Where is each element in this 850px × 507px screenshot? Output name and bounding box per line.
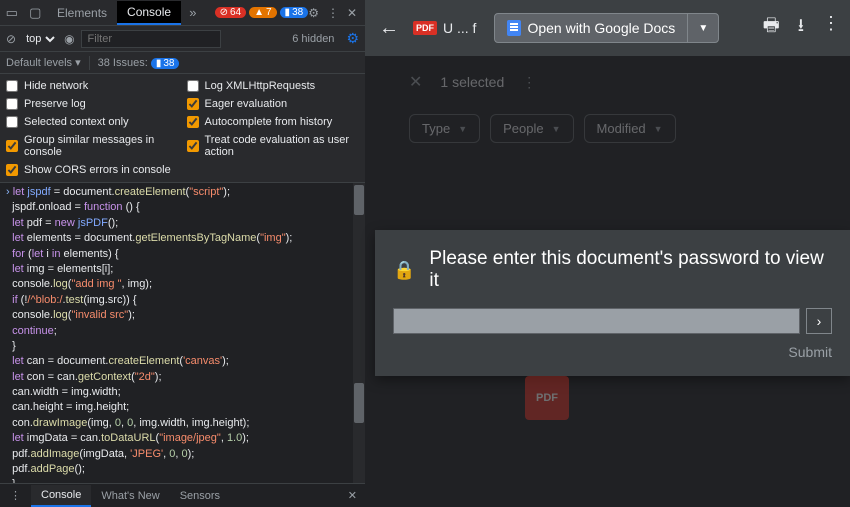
devtools-drawer: ⋮ Console What's New Sensors ✕	[0, 483, 365, 507]
open-with-button[interactable]: Open with Google Docs ▼	[494, 13, 719, 43]
code-scrollbar[interactable]	[353, 183, 365, 483]
console-settings-checks: Hide network Log XMLHttpRequests Preserv…	[0, 74, 365, 183]
device-icon[interactable]: ▢	[24, 5, 48, 21]
tab-console[interactable]: Console	[117, 1, 181, 25]
close-icon[interactable]: ✕	[347, 6, 357, 20]
viewer-body: ✕ 1 selected ⋮ Type▼ People▼ Modified▼ 🔒…	[365, 56, 850, 507]
info-count-badge[interactable]: ▮38	[280, 7, 309, 18]
filter-chips: Type▼ People▼ Modified▼	[409, 114, 850, 143]
eye-icon[interactable]: ◉	[64, 32, 74, 46]
levels-select[interactable]: Default levels ▾	[6, 56, 81, 69]
chk-eager-eval[interactable]: Eager evaluation	[187, 96, 360, 112]
password-prompt-text: Please enter this document's password to…	[429, 248, 832, 292]
console-settings-icon[interactable]: ⚙	[346, 30, 359, 47]
selection-menu-icon[interactable]: ⋮	[522, 74, 536, 91]
hidden-count: 6 hidden	[292, 33, 334, 45]
password-go-button[interactable]: ›	[806, 308, 832, 334]
settings-icon[interactable]: ⚙	[308, 6, 319, 20]
drawer-close-icon[interactable]: ✕	[348, 489, 365, 502]
file-name: U ... f	[443, 20, 476, 36]
error-badges: ⊘64 ▲7 ▮38	[215, 7, 309, 18]
chk-hide-network[interactable]: Hide network	[6, 78, 179, 94]
chk-autocomplete[interactable]: Autocomplete from history	[187, 114, 360, 130]
tab-elements[interactable]: Elements	[47, 2, 117, 24]
password-header: 🔒 Please enter this document's password …	[393, 248, 832, 292]
drawer-menu-icon[interactable]: ⋮	[0, 485, 31, 506]
drawer-tab-console[interactable]: Console	[31, 485, 91, 507]
error-count-badge[interactable]: ⊘64	[215, 7, 247, 18]
filter-input[interactable]	[81, 30, 221, 48]
open-with-main[interactable]: Open with Google Docs	[495, 14, 688, 42]
chip-modified[interactable]: Modified▼	[584, 114, 676, 143]
more-actions-icon[interactable]: ⋮	[822, 13, 840, 43]
chip-people[interactable]: People▼	[490, 114, 573, 143]
devtools-panel: ▭ ▢ Elements Console » ⊘64 ▲7 ▮38 ⚙ ⋮ ✕ …	[0, 0, 365, 507]
print-icon[interactable]: 🖶	[763, 13, 780, 43]
browser-view: ← PDF U ... f Open with Google Docs ▼ 🖶 …	[365, 0, 850, 507]
open-with-label: Open with Google Docs	[527, 20, 675, 36]
lock-icon: 🔒	[393, 260, 415, 281]
chevron-down-icon: ▼	[458, 124, 467, 134]
context-select[interactable]: top	[22, 32, 58, 46]
clear-console-icon[interactable]: ⊘	[6, 32, 16, 46]
drive-viewer-header: ← PDF U ... f Open with Google Docs ▼ 🖶 …	[365, 0, 850, 56]
pdf-badge-icon: PDF	[413, 21, 437, 35]
clear-selection-icon[interactable]: ✕	[409, 72, 422, 92]
devtools-tab-bar: ▭ ▢ Elements Console » ⊘64 ▲7 ▮38 ⚙ ⋮ ✕	[0, 0, 365, 26]
drawer-tab-whatsnew[interactable]: What's New	[91, 486, 169, 506]
google-docs-icon	[507, 20, 521, 36]
chk-treat-eval[interactable]: Treat code evaluation as user action	[187, 132, 360, 160]
chk-selected-ctx[interactable]: Selected context only	[6, 114, 179, 130]
devtools-actions: ⚙ ⋮ ✕	[308, 6, 365, 20]
password-input-row: ›	[393, 308, 832, 334]
console-toolbar: ⊘ top ◉ 6 hidden ⚙	[0, 26, 365, 52]
download-icon[interactable]: ⭳	[798, 13, 804, 43]
open-with-dropdown-icon[interactable]: ▼	[688, 17, 718, 40]
more-icon[interactable]: ⋮	[327, 6, 339, 20]
pdf-thumbnail-icon[interactable]: PDF	[525, 376, 569, 420]
warning-count-badge[interactable]: ▲7	[249, 7, 276, 18]
console-code[interactable]: › let jspdf = document.createElement("sc…	[0, 183, 365, 483]
more-tabs-icon[interactable]: »	[181, 5, 205, 20]
back-icon[interactable]: ←	[375, 13, 403, 44]
selection-count: 1 selected	[440, 74, 504, 90]
background-content: ✕ 1 selected ⋮ Type▼ People▼ Modified▼	[409, 72, 850, 143]
password-dialog: 🔒 Please enter this document's password …	[375, 230, 850, 376]
chevron-down-icon: ▼	[552, 124, 561, 134]
submit-button[interactable]: Submit	[393, 344, 832, 360]
chip-type[interactable]: Type▼	[409, 114, 480, 143]
drawer-tab-sensors[interactable]: Sensors	[170, 486, 230, 506]
file-chip: PDF U ... f	[413, 20, 476, 36]
chk-preserve-log[interactable]: Preserve log	[6, 96, 179, 112]
header-actions: 🖶 ⭳ ⋮	[763, 13, 840, 43]
issues-link[interactable]: 38 Issues: ▮38	[98, 57, 180, 69]
chk-log-xhr[interactable]: Log XMLHttpRequests	[187, 78, 360, 94]
chevron-down-icon: ▼	[654, 124, 663, 134]
chk-show-cors[interactable]: Show CORS errors in console	[6, 162, 179, 178]
chk-group-similar[interactable]: Group similar messages in console	[6, 132, 179, 160]
inspect-icon[interactable]: ▭	[0, 5, 24, 21]
issues-bar: Default levels ▾ 38 Issues: ▮38	[0, 52, 365, 74]
selection-bar: ✕ 1 selected ⋮	[409, 72, 850, 92]
password-input[interactable]	[393, 308, 800, 334]
